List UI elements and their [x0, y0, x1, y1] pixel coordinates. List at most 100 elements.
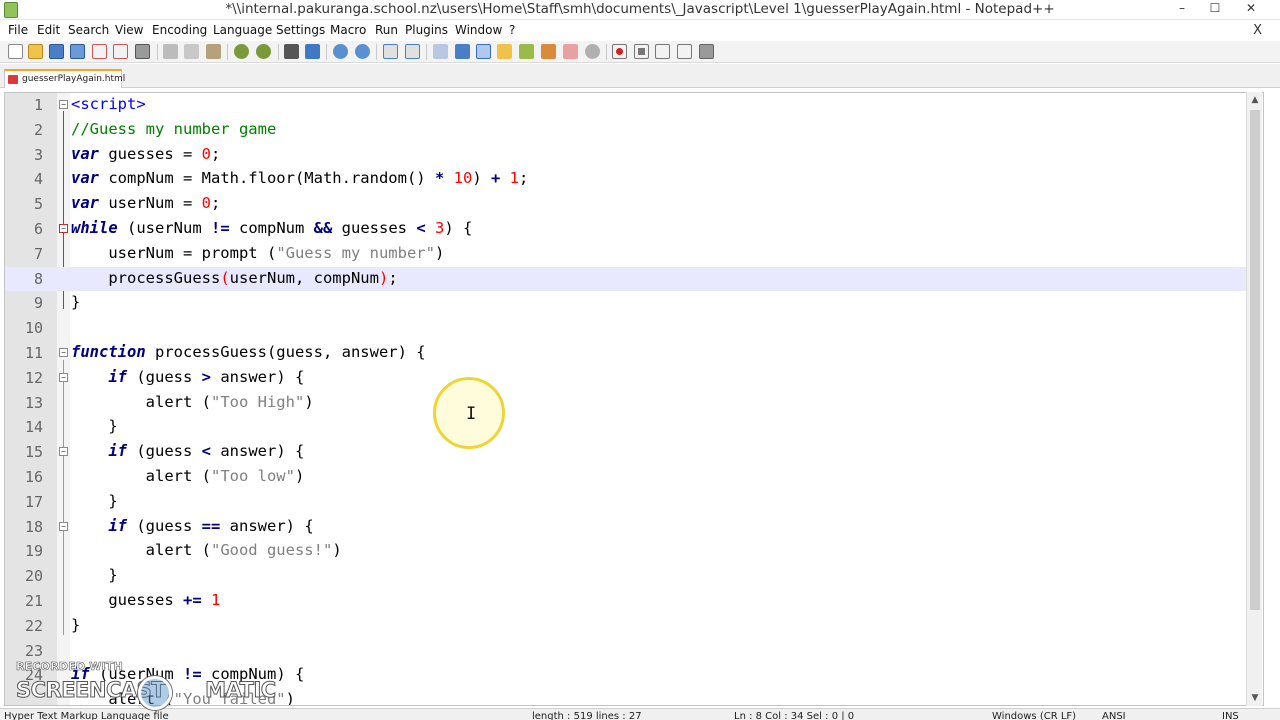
- zoom-out-icon[interactable]: [355, 44, 370, 59]
- copy-icon[interactable]: [184, 44, 199, 59]
- menu-edit[interactable]: Edit: [37, 23, 60, 37]
- line-number: 7: [33, 244, 43, 263]
- scroll-up-arrow-icon[interactable]: ▲: [1247, 92, 1263, 108]
- stop-record-icon[interactable]: [634, 44, 649, 59]
- indent-guide-icon[interactable]: [476, 44, 491, 59]
- status-encoding[interactable]: ANSI: [1102, 711, 1126, 720]
- tab-label: guesserPlayAgain.html: [22, 74, 126, 84]
- redo-icon[interactable]: [256, 44, 271, 59]
- menu-macro[interactable]: Macro: [330, 23, 366, 37]
- close-window-button[interactable]: ✕: [1236, 0, 1266, 20]
- code-line: 9 }: [5, 291, 1250, 316]
- monitor-icon[interactable]: [585, 44, 600, 59]
- function-list-icon[interactable]: [541, 44, 556, 59]
- unsaved-file-icon: [8, 75, 18, 84]
- line-number: 10: [24, 319, 43, 338]
- code-line: 3 var guesses = 0;: [5, 143, 1250, 168]
- fold-toggle[interactable]: −: [59, 372, 68, 382]
- menu-search[interactable]: Search: [68, 23, 109, 37]
- menu-language[interactable]: Language: [213, 23, 272, 37]
- code-line: 10: [5, 316, 1250, 341]
- sync-h-icon[interactable]: [405, 44, 420, 59]
- code-line: 2 //Guess my number game: [5, 118, 1250, 143]
- line-number: 4: [33, 170, 43, 189]
- scrollbar-thumb[interactable]: [1250, 110, 1260, 610]
- find-icon[interactable]: [284, 44, 299, 59]
- code-line-current: 8 processGuess(userNum, compNum);: [5, 266, 1250, 292]
- line-number: 5: [33, 195, 43, 214]
- code-line: 22 }: [5, 614, 1250, 639]
- save-icon[interactable]: [49, 44, 64, 59]
- word-wrap-icon[interactable]: [433, 44, 448, 59]
- print-icon[interactable]: [135, 44, 150, 59]
- fold-toggle[interactable]: −: [59, 521, 68, 531]
- zoom-in-icon[interactable]: [333, 44, 348, 59]
- fold-toggle[interactable]: −: [59, 100, 68, 109]
- close-document-button[interactable]: X: [1253, 23, 1262, 38]
- vertical-scrollbar[interactable]: ▲ ▼: [1246, 92, 1262, 706]
- save-all-icon[interactable]: [70, 44, 85, 59]
- line-number: 12: [24, 368, 43, 387]
- show-all-chars-icon[interactable]: [455, 44, 470, 59]
- fold-toggle[interactable]: −: [59, 447, 68, 457]
- code-line: 13 alert ("Too High"): [5, 391, 1250, 416]
- line-number: 9: [33, 294, 43, 313]
- menu-help[interactable]: ?: [509, 23, 515, 37]
- run-macro-multiple-icon[interactable]: [677, 44, 692, 59]
- line-number: 18: [24, 517, 43, 536]
- doc-map-icon[interactable]: [519, 44, 534, 59]
- fold-toggle[interactable]: −: [59, 348, 68, 357]
- line-number: 23: [24, 641, 43, 660]
- scroll-down-arrow-icon[interactable]: ▼: [1247, 690, 1263, 706]
- code-editor[interactable]: 1 − <script> 2 //Guess my number game 3 …: [4, 92, 1264, 706]
- replace-icon[interactable]: [305, 44, 320, 59]
- code-line: 4 var compNum = Math.floor(Math.random()…: [5, 167, 1250, 192]
- save-macro-icon[interactable]: [699, 44, 714, 59]
- udl-icon[interactable]: [497, 44, 512, 59]
- menu-view[interactable]: View: [115, 23, 143, 37]
- play-macro-icon[interactable]: [655, 44, 670, 59]
- line-number: 3: [33, 145, 43, 164]
- watermark-matic-text: MATIC: [205, 678, 277, 703]
- status-length: length : 519 lines : 27: [532, 711, 642, 720]
- fold-toggle[interactable]: −: [59, 224, 68, 233]
- line-number: 22: [24, 616, 43, 635]
- menu-plugins[interactable]: Plugins: [405, 23, 448, 37]
- code-line: 16 alert ("Too low"): [5, 465, 1250, 490]
- status-eol[interactable]: Windows (CR LF): [992, 711, 1076, 720]
- open-file-icon[interactable]: [28, 44, 43, 59]
- code-line: 17 }: [5, 490, 1250, 515]
- minimize-button[interactable]: –: [1167, 0, 1197, 20]
- menu-window[interactable]: Window: [455, 23, 502, 37]
- line-number: 16: [24, 468, 43, 486]
- menu-settings[interactable]: Settings: [276, 23, 325, 37]
- code-line: 19 alert ("Good guess!"): [5, 539, 1250, 564]
- sync-v-icon[interactable]: [383, 44, 398, 59]
- folder-workspace-icon[interactable]: [563, 44, 578, 59]
- code-line: 15 − if (guess < answer) {: [5, 440, 1250, 465]
- line-number: 1: [33, 96, 43, 114]
- line-number: 2: [33, 120, 43, 139]
- maximize-button[interactable]: ☐: [1200, 0, 1230, 20]
- status-file-type: Hyper Text Markup Language file: [4, 711, 169, 720]
- close-all-icon[interactable]: [113, 44, 128, 59]
- menu-run[interactable]: Run: [375, 23, 398, 37]
- tab-guesserPlayAgain[interactable]: guesserPlayAgain.html: [4, 69, 126, 88]
- line-number: 14: [24, 418, 43, 437]
- line-number: 19: [24, 542, 43, 561]
- close-icon[interactable]: [92, 44, 107, 59]
- tab-bar: guesserPlayAgain.html: [0, 64, 1280, 88]
- line-number: 13: [24, 393, 43, 412]
- undo-icon[interactable]: [234, 44, 249, 59]
- status-mode[interactable]: INS: [1222, 711, 1239, 720]
- menu-encoding[interactable]: Encoding: [152, 23, 207, 37]
- code-line: 23: [5, 639, 1250, 664]
- new-file-icon[interactable]: [8, 44, 23, 59]
- cut-icon[interactable]: [163, 44, 178, 59]
- menu-file[interactable]: File: [8, 23, 28, 37]
- code-line: 14 }: [5, 415, 1250, 440]
- code-line: 1 − <script>: [5, 93, 1250, 118]
- record-macro-icon[interactable]: [612, 44, 627, 59]
- paste-icon[interactable]: [206, 44, 221, 59]
- code-line: 12 − if (guess > answer) {: [5, 366, 1250, 391]
